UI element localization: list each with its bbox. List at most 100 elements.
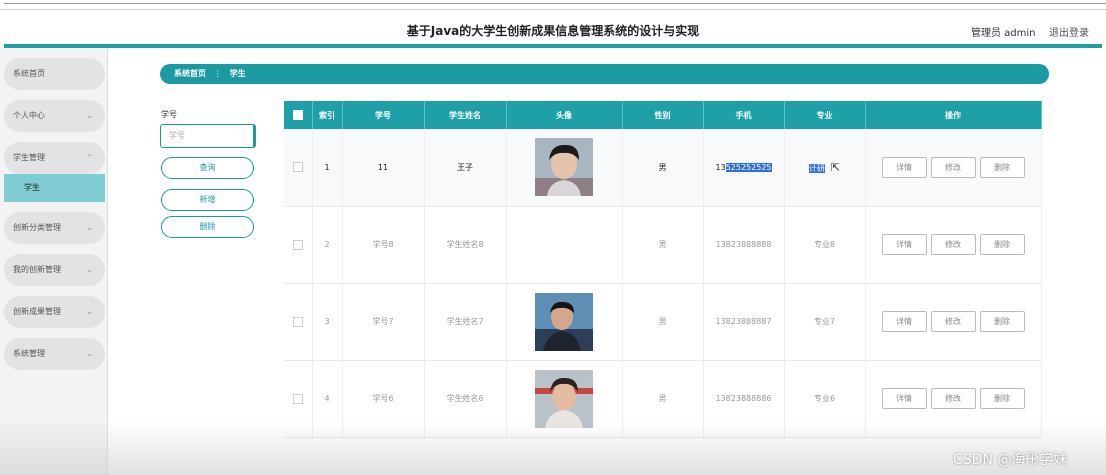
column-header: 索引 (312, 101, 343, 129)
cell-phone: 13823888888 (703, 206, 785, 284)
mouse-cursor-icon: ⇱ (830, 160, 841, 174)
chevron-down-icon: ⌄ (86, 265, 93, 274)
cell-avatar (506, 360, 623, 438)
sidebar-item-label: 创新成果管理 (13, 307, 61, 316)
row-checkbox[interactable] (292, 316, 303, 327)
row-select-cell[interactable] (284, 360, 313, 438)
sidebar-item-innovation-category[interactable]: 创新分类管理 ⌄ (4, 212, 105, 244)
query-button[interactable]: 查询 (161, 157, 254, 179)
cell-student-name: 学生姓名6 (424, 360, 507, 438)
column-header: 头像 (506, 101, 623, 129)
row-checkbox[interactable] (292, 239, 303, 250)
table-header-row: 索引 学号 学生姓名 头像 性别 手机 专业 操作 (284, 101, 1042, 129)
cell-actions: 详情 修改 删除 (865, 360, 1042, 438)
sidebar-item-label: 创新分类管理 (13, 223, 61, 232)
chevron-down-icon: ⌄ (86, 223, 93, 232)
column-header: 操作 (865, 101, 1042, 129)
row-select-cell[interactable] (284, 206, 313, 284)
breadcrumb: 系统首页 ⋮ 学生 (160, 64, 1049, 84)
breadcrumb-home[interactable]: 系统首页 (174, 69, 206, 78)
cell-actions: 详情 修改 删除 (865, 206, 1042, 284)
sidebar-item-system-management[interactable]: 系统管理 ⌄ (4, 338, 105, 370)
sidebar: 系统首页 个人中心 ⌄ 学生管理 ⌃ 学生 创新分类管理 ⌄ 我的创新管理 ⌄ … (0, 48, 108, 475)
delete-button[interactable]: 删除 (979, 234, 1025, 255)
cell-gender: 男 (622, 206, 704, 284)
sidebar-item-home[interactable]: 系统首页 (4, 58, 105, 90)
page-title: 基于Java的大学生创新成果信息管理系统的设计与实现 (406, 24, 700, 38)
chevron-up-icon: ⌃ (86, 153, 93, 162)
cell-phone: 13823888887 (703, 283, 785, 361)
student-table: 索引 学号 学生姓名 头像 性别 手机 专业 操作 1 11 王子 男 1352… (284, 101, 1042, 438)
add-button[interactable]: 新增 (161, 189, 254, 211)
chevron-down-icon: ⌄ (86, 307, 93, 316)
cell-avatar (506, 206, 623, 284)
row-checkbox[interactable] (292, 393, 303, 404)
cell-major: 专业6 (784, 360, 866, 438)
sidebar-item-my-innovation[interactable]: 我的创新管理 ⌄ (4, 254, 105, 286)
table-row[interactable]: 4 学号6 学生姓名6 男 13823888886 专业6 详情 修改 删除 (284, 360, 1042, 438)
select-all-cell[interactable] (284, 101, 313, 129)
sidebar-item-innovation-results[interactable]: 创新成果管理 ⌄ (4, 296, 105, 328)
cell-index: 4 (312, 360, 343, 438)
logout-link[interactable]: 退出登录 (1049, 24, 1089, 39)
selected-text: 计研 (808, 163, 825, 173)
table-row[interactable]: 1 11 王子 男 13525252525 计研 ⇱ 详情 修改 删除 (284, 129, 1042, 207)
chevron-down-icon: ⌄ (86, 349, 93, 358)
sidebar-item-student-management[interactable]: 学生管理 ⌃ (4, 142, 105, 174)
column-header: 学号 (342, 101, 425, 129)
batch-delete-button[interactable]: 删除 (161, 216, 254, 238)
phone-prefix: 13 (715, 162, 726, 172)
cell-student-id: 学号8 (342, 206, 425, 284)
sidebar-item-personal-center[interactable]: 个人中心 ⌄ (4, 100, 105, 132)
sidebar-item-student[interactable]: 学生 (4, 174, 105, 202)
edit-button[interactable]: 修改 (930, 388, 976, 409)
cell-gender: 男 (622, 283, 704, 361)
row-select-cell[interactable] (284, 129, 313, 207)
breadcrumb-current: 学生 (229, 69, 246, 78)
column-header: 专业 (784, 101, 866, 129)
delete-button[interactable]: 删除 (979, 311, 1025, 332)
select-all-checkbox[interactable] (292, 110, 303, 120)
table-row[interactable]: 2 学号8 学生姓名8 男 13823888888 专业8 详情 修改 删除 (284, 206, 1042, 284)
cell-phone: 13823888886 (703, 360, 785, 438)
detail-button[interactable]: 详情 (881, 311, 927, 332)
detail-button[interactable]: 详情 (881, 234, 927, 255)
student-id-input[interactable]: 学号 (160, 124, 256, 148)
cell-index: 3 (312, 283, 343, 361)
row-checkbox[interactable] (292, 162, 303, 173)
header-accent-line (4, 44, 1102, 48)
table-row[interactable]: 3 学号7 学生姓名7 男 13823888887 专业7 详情 修改 删除 (284, 283, 1042, 361)
cell-major: 专业8 (784, 206, 866, 284)
column-header: 手机 (703, 101, 785, 129)
cell-student-id: 11 (342, 129, 425, 207)
sidebar-item-label: 系统首页 (13, 69, 45, 78)
admin-label: 管理员 admin (971, 28, 1036, 39)
cell-actions: 详情 修改 删除 (865, 283, 1042, 361)
avatar (535, 138, 593, 197)
avatar (535, 369, 593, 428)
cell-major: 计研 ⇱ (784, 129, 866, 207)
top-header: 基于Java的大学生创新成果信息管理系统的设计与实现 管理员 admin 退出登… (0, 12, 1106, 48)
sidebar-item-label: 系统管理 (13, 349, 45, 358)
selected-text: 525252525 (725, 162, 772, 172)
sidebar-item-label: 我的创新管理 (13, 265, 61, 274)
window-frame (0, 0, 1106, 10)
cell-student-name: 学生姓名7 (424, 283, 507, 361)
sidebar-item-label: 学生管理 (13, 153, 45, 162)
chevron-down-icon: ⌄ (86, 111, 93, 120)
delete-button[interactable]: 删除 (979, 388, 1025, 409)
column-header: 学生姓名 (424, 101, 507, 129)
delete-button[interactable]: 删除 (979, 156, 1025, 178)
cell-major: 专业7 (784, 283, 866, 361)
cell-phone: 13525252525 (703, 129, 785, 207)
sidebar-item-label: 个人中心 (13, 111, 45, 120)
breadcrumb-separator: ⋮ (213, 69, 222, 78)
cell-student-id: 学号7 (342, 283, 425, 361)
edit-button[interactable]: 修改 (930, 234, 976, 255)
edit-button[interactable]: 修改 (930, 156, 976, 178)
student-id-label: 学号 (161, 110, 177, 119)
row-select-cell[interactable] (284, 283, 313, 361)
detail-button[interactable]: 详情 (881, 388, 927, 409)
detail-button[interactable]: 详情 (881, 156, 927, 178)
edit-button[interactable]: 修改 (930, 311, 976, 332)
